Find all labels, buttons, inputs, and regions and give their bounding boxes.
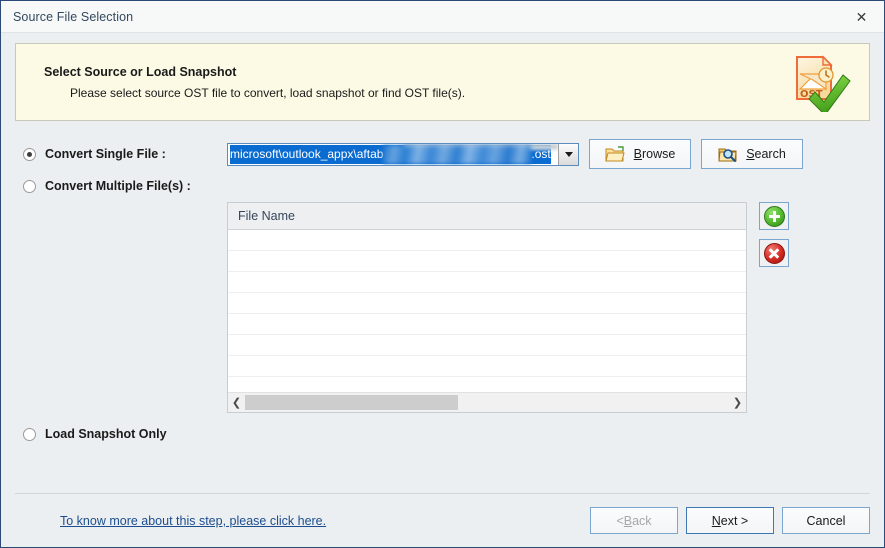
browse-accel: B: [633, 147, 642, 161]
radio-indicator-single[interactable]: [23, 147, 36, 161]
column-header-file-name[interactable]: File Name: [228, 209, 295, 223]
browse-button[interactable]: Browse: [589, 139, 691, 169]
cancel-button[interactable]: Cancel: [782, 507, 870, 534]
file-list-horizontal-scrollbar[interactable]: ❮ ❯: [228, 392, 746, 412]
file-list-side-buttons: [759, 202, 789, 267]
radio-label-multiple: Convert Multiple File(s) :: [45, 179, 191, 193]
radio-indicator-snapshot[interactable]: [23, 427, 36, 441]
close-icon[interactable]: ✕: [839, 2, 884, 32]
table-row[interactable]: [228, 356, 746, 377]
dialog-body: Select Source or Load Snapshot Please se…: [1, 33, 884, 547]
radio-convert-single-file[interactable]: Convert Single File :: [15, 147, 227, 161]
remove-circle-icon: [763, 242, 785, 264]
scrollbar-thumb[interactable]: [245, 395, 458, 410]
radio-convert-multiple-files[interactable]: Convert Multiple File(s) :: [15, 179, 227, 193]
header-banner: Select Source or Load Snapshot Please se…: [15, 43, 870, 121]
footer-buttons: < Back Next > Cancel: [590, 507, 870, 534]
table-row[interactable]: [228, 377, 746, 392]
source-path-prefix: microsoft\outlook_appx\aftab: [230, 146, 384, 161]
add-file-button[interactable]: [759, 202, 789, 230]
source-path-value: microsoft\outlook_appx\aftab .ost: [230, 144, 551, 164]
convert-multiple-files-row: Convert Multiple File(s) :: [15, 176, 870, 196]
load-snapshot-row: Load Snapshot Only: [15, 424, 870, 444]
folder-open-icon: [605, 145, 625, 163]
source-path-combobox[interactable]: microsoft\outlook_appx\aftab .ost: [227, 142, 579, 166]
scrollbar-track[interactable]: [245, 393, 729, 412]
source-file-selection-dialog: Source File Selection ✕ Select Source or…: [0, 0, 885, 548]
file-list-box[interactable]: File Name ❮ ❯: [227, 202, 747, 413]
source-path-input[interactable]: microsoft\outlook_appx\aftab .ost: [228, 143, 558, 165]
browse-button-label: Browse: [633, 147, 676, 161]
footer-divider: [15, 493, 870, 494]
window-title: Source File Selection: [13, 9, 134, 24]
file-list-header: File Name: [228, 203, 746, 230]
browse-button-wrap: Browse: [589, 139, 691, 169]
banner-text-block: Select Source or Load Snapshot Please se…: [44, 65, 789, 100]
help-link[interactable]: To know more about this step, please cli…: [60, 514, 590, 528]
table-row[interactable]: [228, 335, 746, 356]
table-row[interactable]: [228, 293, 746, 314]
ost-file-checkmark-icon: OST: [789, 52, 851, 116]
file-list-rows: [228, 230, 746, 392]
folder-search-icon: [718, 146, 737, 163]
file-list-area: File Name ❮ ❯: [227, 202, 870, 413]
table-row[interactable]: [228, 314, 746, 335]
search-accel: S: [746, 147, 755, 161]
chevron-right-icon[interactable]: ❯: [729, 393, 746, 412]
search-button-wrap: Search: [701, 139, 803, 169]
radio-indicator-multiple[interactable]: [23, 179, 36, 193]
search-button[interactable]: Search: [701, 139, 803, 169]
plus-vertical: [772, 210, 776, 222]
banner-title: Select Source or Load Snapshot: [44, 64, 237, 79]
banner-subtitle: Please select source OST file to convert…: [70, 85, 466, 100]
remove-file-button[interactable]: [759, 239, 789, 267]
title-bar: Source File Selection ✕: [1, 1, 884, 33]
search-button-label: Search: [746, 147, 786, 161]
add-circle-icon: [763, 205, 785, 227]
table-row[interactable]: [228, 230, 746, 251]
radio-label-snapshot: Load Snapshot Only: [45, 427, 167, 441]
next-button[interactable]: Next >: [686, 507, 774, 534]
radio-load-snapshot-only[interactable]: Load Snapshot Only: [15, 427, 227, 441]
table-row[interactable]: [228, 251, 746, 272]
chevron-down-glyph: [564, 151, 573, 157]
footer: To know more about this step, please cli…: [15, 504, 870, 537]
source-path-redacted: [383, 144, 532, 164]
convert-single-file-row: Convert Single File : microsoft\outlook_…: [15, 139, 870, 169]
chevron-down-icon[interactable]: [558, 143, 578, 165]
back-accel: B: [623, 513, 633, 528]
back-button[interactable]: < Back: [590, 507, 678, 534]
chevron-left-icon[interactable]: ❮: [228, 393, 245, 412]
radio-label-single: Convert Single File :: [45, 147, 166, 161]
table-row[interactable]: [228, 272, 746, 293]
next-accel: N: [711, 513, 721, 528]
